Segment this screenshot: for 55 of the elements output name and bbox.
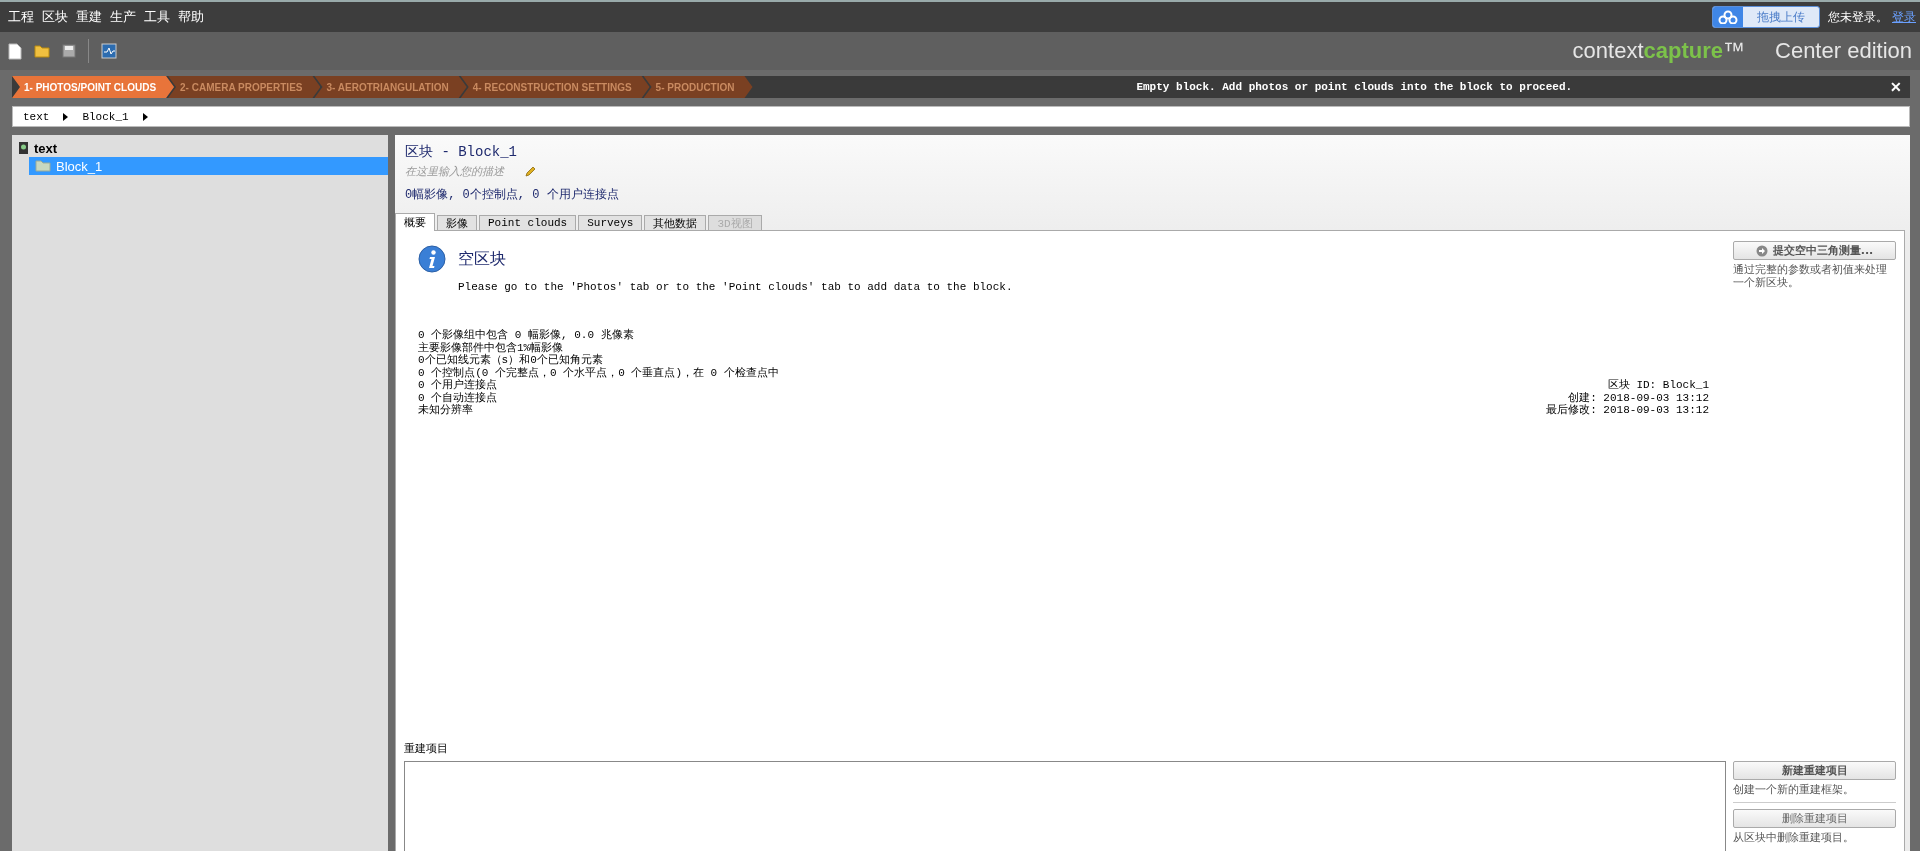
stats-line: 0 个控制点(0 个完整点，0 个水平点，0 个垂直点)，在 0 个检查点中 — [418, 366, 779, 379]
empty-block-heading: 空区块 — [458, 248, 506, 270]
save-icon[interactable] — [62, 44, 76, 58]
menu-item[interactable]: 工程 — [4, 8, 38, 26]
block-info-line: 最后修改: 2018-09-03 13:12 — [1546, 404, 1709, 417]
tab[interactable]: Point clouds — [479, 215, 577, 230]
tree-item[interactable]: text — [12, 139, 388, 157]
tab[interactable]: 其他数据 — [644, 215, 707, 230]
upload-button[interactable]: 拖拽上传 — [1712, 6, 1820, 28]
pencil-icon[interactable] — [525, 166, 535, 177]
product-logo: contextcapture™ — [1572, 38, 1745, 64]
block-info-line: 创建: 2018-09-03 13:12 — [1567, 391, 1709, 404]
tab[interactable]: 影像 — [437, 215, 477, 230]
caret-icon[interactable] — [142, 112, 148, 121]
action-description: 创建一个新的重建框架。 — [1733, 783, 1855, 796]
arrow-circle-icon — [1755, 244, 1768, 257]
caret-icon[interactable] — [63, 112, 69, 121]
stats-line: 未知分辨率 — [418, 404, 474, 417]
breadcrumb-item[interactable]: Block_1 — [82, 110, 129, 123]
block-summary: 0幅影像, 0个控制点, 0 个用户连接点 — [405, 187, 620, 203]
stats-line: 0 个用户连接点 — [418, 379, 498, 392]
menu-item[interactable]: 帮助 — [174, 8, 208, 26]
empty-block-message: Please go to the 'Photos' tab or to the 'Point clouds' tab to add data to the block. — [458, 281, 1014, 293]
monitor-icon[interactable] — [101, 43, 117, 59]
folder-icon — [35, 160, 51, 172]
section-label: 重建项目 — [404, 741, 449, 756]
menu-item[interactable]: 重建 — [72, 8, 106, 26]
breadcrumb-item[interactable]: text — [23, 110, 50, 123]
stats-line: 0个已知线元素（s）和0个已知角元素 — [418, 354, 604, 367]
submit-button[interactable]: 提交空中三角测量... — [1733, 241, 1896, 260]
info-icon — [418, 245, 446, 273]
login-status: 您未登录。 — [1828, 8, 1888, 26]
action-description: 通过完整的参数或者初值来处理一个新区块。 — [1733, 263, 1888, 289]
menu-item[interactable]: 工具 — [140, 8, 174, 26]
action-button: 删除重建项目 — [1733, 809, 1896, 828]
menu-item[interactable]: 区块 — [38, 8, 72, 26]
folder-icon[interactable] — [34, 44, 50, 58]
action-button[interactable]: 新建重建项目 — [1733, 761, 1896, 780]
tab[interactable]: 概要 — [395, 213, 435, 231]
notice-message: Empty block. Add photos or point clouds into the block to proceed. — [1135, 81, 1574, 93]
stats-line: 0 个自动连接点 — [418, 391, 499, 404]
edition-label: Center edition — [1775, 38, 1912, 64]
document-icon — [18, 141, 29, 155]
stats-line: 0 个影像组中包含 0 幅影像, 0.0 兆像素 — [418, 329, 635, 342]
block-info-line: 区块 ID: Block_1 — [1606, 379, 1709, 392]
block-title: 区块 - Block_1 — [405, 143, 518, 161]
new-file-icon[interactable] — [8, 42, 22, 60]
menu-item[interactable]: 生产 — [106, 8, 140, 26]
tab[interactable]: Surveys — [578, 215, 643, 230]
description-field[interactable]: 在这里输入您的描述 — [405, 165, 515, 178]
login-link[interactable]: 登录 — [1892, 8, 1916, 26]
stats-line: 主要影像部件中包含1%幅影像 — [418, 341, 565, 354]
action-description: 从区块中删除重建项目。 — [1733, 831, 1855, 844]
close-button[interactable]: ✕ — [1890, 79, 1902, 95]
cloud-icon — [1718, 10, 1738, 24]
